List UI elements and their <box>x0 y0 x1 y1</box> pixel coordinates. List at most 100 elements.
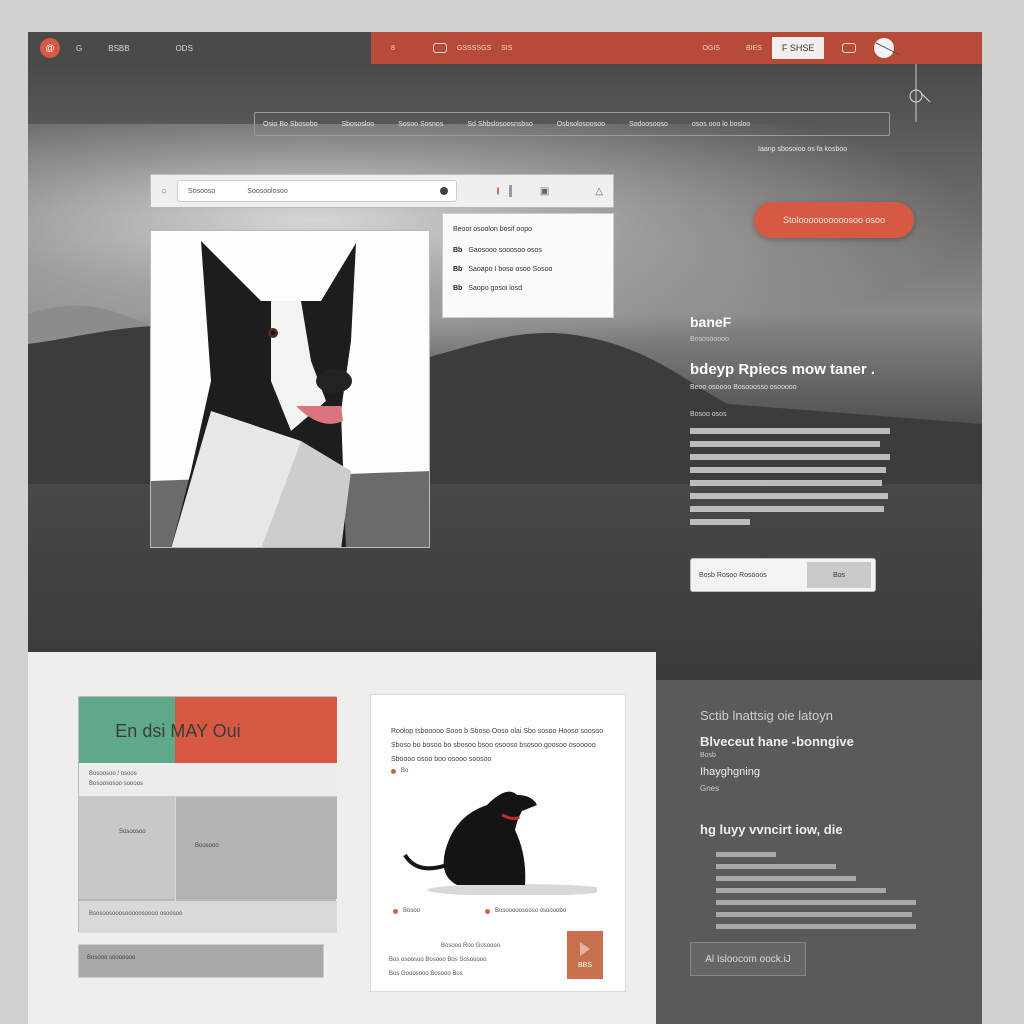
card-paragraph: Roolop tsbooooo Sooo b Sboso Ooso olai S… <box>391 728 604 763</box>
text-line <box>690 441 880 447</box>
play-icon <box>580 941 590 956</box>
side-line-b: Blveceut hane -bonngive <box>700 734 854 749</box>
card-caption: Bosooo Roo Gosoooo <box>441 943 501 949</box>
stop-icon[interactable] <box>508 185 512 197</box>
side-line-d: Ihayghgning <box>700 766 760 778</box>
subscribe-input[interactable]: Bosb Rosoo Rosooos <box>699 572 807 579</box>
filter-bar: Osio Bo Sbosobo Sbososloo Sosoo Sosnos S… <box>254 112 890 136</box>
suggestion-dropdown: Beoot osoolon bosif oopo Bb Gaosooo sooos… <box>442 213 614 318</box>
side-line-a: Sctib lnattsig oie latoyn <box>700 708 833 723</box>
primary-cta-button[interactable]: Stoloooooooooosoo osoo <box>754 202 914 238</box>
search-placeholder-b: Soosoolosoo <box>247 187 288 195</box>
card-caption-2: Bos osoosoo Bosooo Bos Sosooooo <box>389 957 487 963</box>
sitting-dog-illustration <box>403 791 597 895</box>
logo-icon[interactable]: @ <box>40 38 60 58</box>
side-info-panel: Sctib lnattsig oie latoyn Blveceut hane … <box>656 680 982 1024</box>
dropdown-heading: Beoot osoolon bosif oopo <box>453 226 533 233</box>
window-icon[interactable] <box>842 43 857 53</box>
bottom-input-bar[interactable]: Bosooo sooooooo <box>78 944 324 978</box>
nav-item-bsbb[interactable]: BSBB <box>108 44 129 53</box>
dog-photo <box>150 230 430 548</box>
subscribe-field: Bosb Rosoo Rosooos Bos <box>690 558 876 592</box>
card-label-a: Bo <box>401 768 409 774</box>
text-line <box>690 493 888 499</box>
top-bar-right: 8 GSSSSGS SIS OGIS BIES F SHSE <box>371 32 982 64</box>
top-bar-left: @ G BSBB ODS <box>28 32 371 64</box>
filter-subtag: Iaanp sbosoioo os fa kosboo <box>758 146 848 153</box>
grid-row[interactable]: Bosoosoo / osoos Bosoososoo soooos <box>79 763 337 797</box>
hero-sub-small: Bososooooo <box>690 336 729 343</box>
status-dot-icon[interactable] <box>497 187 499 195</box>
play-badge-button[interactable]: BBS <box>567 931 603 979</box>
hero-heading-small: baneF <box>690 314 732 330</box>
badge-label: BBS <box>577 961 592 969</box>
dropdown-item[interactable]: Bb Gaosooo sooosoo osos <box>453 247 603 254</box>
pin-icon[interactable] <box>872 37 902 59</box>
record-icon[interactable] <box>440 187 449 195</box>
side-line-c: Bosb <box>700 752 716 759</box>
hero-heading-large: bdeyp Rpiecs mow taner . <box>690 361 876 378</box>
nav-item-sis[interactable]: SIS <box>501 45 512 52</box>
side-line-e: Gnes <box>700 784 720 793</box>
dropdown-item[interactable]: Bb Saopo gosoi losd <box>453 285 603 292</box>
card-label-c: Bosooooosooso osoooobo <box>495 908 567 914</box>
text-line <box>690 428 890 434</box>
text-line <box>716 912 912 917</box>
hanging-ornament-icon <box>909 64 931 122</box>
card-label-b: Bosoo <box>403 908 421 914</box>
text-line <box>716 924 916 929</box>
top-bar: @ G BSBB ODS 8 GSSSSGS SIS OGIS BIES F S… <box>28 32 982 64</box>
text-line <box>716 888 886 893</box>
text-line <box>690 467 886 473</box>
filter-item[interactable]: Sosoo Sosnos <box>398 121 443 128</box>
search-input[interactable]: Sosooso Soosoolosoo <box>177 180 458 202</box>
menu-item-ogis[interactable]: OGIS <box>702 45 720 52</box>
dog-illustration <box>151 231 429 547</box>
text-line <box>716 864 836 869</box>
side-heading: hg luyy vvncirt iow, die <box>700 822 843 837</box>
filter-item[interactable]: Sd Shbslosoosnsbso <box>467 121 532 128</box>
filter-item[interactable]: osos ooo lo bosloo <box>692 121 750 128</box>
color-grid-card: En dsi MAY Oui Bosoosoo / osoos Bosoosos… <box>78 696 337 933</box>
menu-item-bies[interactable]: BIES <box>746 45 762 52</box>
grid-title: En dsi MAY Oui <box>115 721 241 741</box>
text-line <box>716 852 776 857</box>
text-line <box>716 900 916 905</box>
filter-item[interactable]: Osbsolosoosoo <box>557 121 605 128</box>
hero-section: Osio Bo Sbosobo Sbososloo Sosoo Sosnos S… <box>28 64 982 684</box>
nav-item-8[interactable]: 8 <box>391 45 395 52</box>
dropdown-item[interactable]: Bb Saoapo I boso osoo Sosoo <box>453 266 603 273</box>
filter-item[interactable]: Osio Bo Sbosobo <box>263 121 317 128</box>
side-action-button[interactable]: Al Isloocom oock.iJ <box>690 942 806 976</box>
grid-cell-label: Boosooo <box>195 843 219 849</box>
warning-icon[interactable]: △ <box>595 186 603 197</box>
grid-footer: Bsosoosooosooooosoooo osoosoo <box>79 901 337 933</box>
card-caption-3: Bos Gooosooo Bosooo Bos <box>389 971 463 977</box>
text-line <box>690 480 882 486</box>
filter-item[interactable]: Sodoosooso <box>629 121 668 128</box>
image-icon[interactable]: ▣ <box>540 186 549 197</box>
text-line <box>690 454 890 460</box>
nav-item-g[interactable]: G <box>76 44 82 53</box>
active-chip-button[interactable]: F SHSE <box>771 37 825 59</box>
dog-card: Roolop tsbooooo Sooo b Sboso Ooso olai S… <box>370 694 626 992</box>
subscribe-button[interactable]: Bos <box>807 562 871 588</box>
search-placeholder-a: Sosooso <box>188 187 216 195</box>
nav-item-gsss[interactable]: GSSSSGS <box>457 45 491 52</box>
hero-meta: Bosoo osos <box>690 411 727 418</box>
text-line <box>690 519 750 525</box>
bullet-dot-icon <box>391 769 396 774</box>
search-bar: ○ Sosooso Soosoolosoo ▣ △ <box>150 174 614 208</box>
hero-sub-large: Beoo osoooo Bosooosso osooooo <box>690 384 797 391</box>
nav-item-ods[interactable]: ODS <box>176 44 193 53</box>
app-frame: @ G BSBB ODS 8 GSSSSGS SIS OGIS BIES F S… <box>28 32 982 1024</box>
cloud-icon[interactable] <box>432 43 447 53</box>
grid-cell[interactable] <box>79 797 175 899</box>
circle-icon: ○ <box>161 185 168 197</box>
lower-panel: En dsi MAY Oui Bosoosoo / osoos Bosoosos… <box>28 652 656 1024</box>
hero-text-block: baneF Bososooooo bdeyp Rpiecs mow taner … <box>690 314 930 532</box>
filter-item[interactable]: Sbososloo <box>341 121 374 128</box>
text-line <box>690 506 884 512</box>
grid-cell-label: Sosoosoo <box>119 829 146 835</box>
bullet-dot-icon <box>485 909 490 914</box>
